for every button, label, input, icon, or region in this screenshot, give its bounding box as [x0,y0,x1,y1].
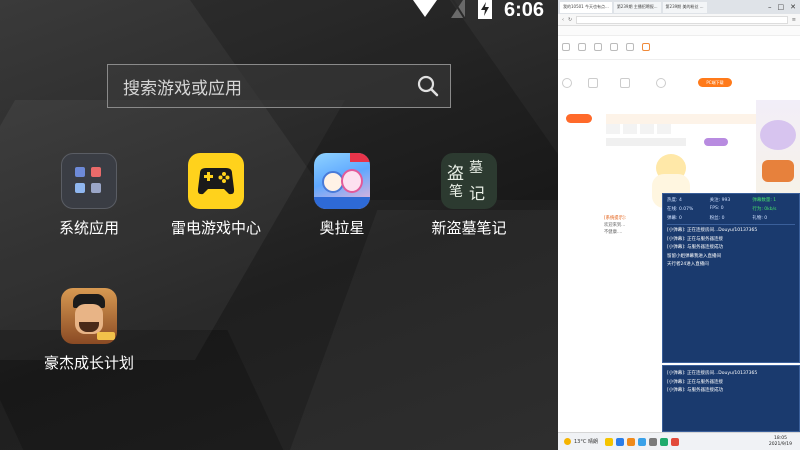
browser-tab[interactable]: 第239期 主播招聘报... [613,1,661,13]
user-toolbar [558,72,800,102]
content-tab[interactable] [623,124,637,134]
danmaku-tool-panel[interactable]: 热度: 4 关注: 993 弹幕数量: 1 在线: 0.07% FPS: 0 行… [662,193,800,363]
maximize-icon[interactable]: □ [778,3,785,11]
status-time: 6:06 [503,0,544,21]
browser-tab-strip: 我的10501 今天也有点... 第239期 主播招聘报... 第239期 美的… [558,0,800,14]
folder-icon [61,153,117,209]
streamer-avatar-card [756,100,800,195]
windows-taskbar: 13°C 晴朗 18:05 2021/9/19 [558,432,800,450]
back-icon[interactable]: ‹ [562,17,564,23]
app-label: 豪杰成长计划 [43,354,134,372]
danmaku-log-panel[interactable]: [小弹幕]: 正在连接房间...Douyu/10137365 [小弹幕]: 正在… [662,365,800,432]
taskbar-app-icon[interactable] [648,437,657,446]
taskbar-app-icon[interactable] [615,437,624,446]
taskbar-temp: 13°C 晴朗 [574,439,598,445]
no-signal-icon [450,0,466,23]
nav-item[interactable] [642,43,650,52]
nav-item[interactable] [578,43,586,52]
orange-tag[interactable] [566,114,592,123]
app-label: 系统应用 [58,219,119,237]
address-bar: ‹ ↻ ≡ [558,14,800,26]
app-system-apps[interactable]: 系统应用 [34,153,144,238]
app-label: 奥拉星 [319,219,365,237]
taskbar-app-icon[interactable] [637,437,646,446]
weather-sun-icon[interactable] [564,438,571,445]
aola-star-game-icon [314,153,370,209]
app-aola-star[interactable]: 奥拉星 [287,153,397,238]
log-line: [小弹幕]: 正在连接房间...Douyu/10137365 [667,371,758,376]
icon-glyph: 墓 [469,160,483,176]
app-tomb-notes[interactable]: 盗 墓 笔 记 新盗墓笔记 [414,153,524,238]
bookmarks-bar [558,26,800,36]
status-bar: 6:06 [412,0,544,23]
search-strip[interactable] [606,138,686,146]
wifi-icon [412,0,438,22]
search-bar[interactable]: 搜索游戏或应用 [107,64,451,108]
content-tab[interactable] [657,124,671,134]
purple-button[interactable] [704,138,728,146]
app-hero-growth-plan[interactable]: 豪杰成长计划 [34,288,144,373]
close-icon[interactable]: ✕ [790,3,796,11]
stat-item: 关注: 993 [709,198,731,203]
stat-item: 热度: 4 [667,198,682,203]
log-line: 留留小姐弹幕我进入直播间 [667,253,721,259]
nav-item[interactable] [610,43,618,52]
browser-tab[interactable]: 第239期 美的粉丝 ... [662,1,707,13]
gamepad-icon [188,153,244,209]
menu-icon[interactable]: ≡ [792,17,796,23]
panel-log: [小弹幕]: 正在连接房间...Douyu/10137365 [小弹幕]: 正在… [663,366,799,398]
browser-tab[interactable]: 我的10501 今天也有点... [560,1,612,13]
taskbar-app-icon[interactable] [670,437,679,446]
stat-item: 行为: 0kb/s [752,207,777,212]
stat-item: 在线: 0.07% [667,207,694,212]
stat-item: FPS: 0 [709,206,724,211]
icon-glyph: 记 [469,184,486,203]
app-label: 新盗墓笔记 [431,219,507,237]
nav-item[interactable] [594,43,602,52]
battery-charging-icon [477,0,492,23]
search-icon[interactable] [406,75,450,97]
log-line: 天行者24进入直播间 [667,262,709,267]
taskbar-app-icon[interactable] [659,437,668,446]
log-line: [小弹幕]: 正在与服务器连接 [667,379,723,385]
reload-icon[interactable]: ↻ [568,17,572,23]
user-icon[interactable] [562,78,572,88]
nav-item[interactable] [626,43,634,52]
pc-download-button[interactable]: PC端下载 [698,78,732,87]
url-field[interactable] [576,15,788,24]
app-label: 雷电游戏中心 [170,219,261,237]
settings-icon[interactable] [656,78,666,88]
site-nav [558,36,800,60]
icon-glyph: 笔 [449,184,463,200]
tomb-notes-game-icon: 盗 墓 笔 记 [441,153,497,209]
clock-date: 2021/9/19 [768,441,792,447]
taskbar-app-icon[interactable] [626,437,635,446]
taskbar-app-icon[interactable] [604,437,613,446]
panel-log: [小弹幕]: 正在连接房间...Douyu/10137365 [小弹幕]: 正在… [663,225,799,272]
record-icon[interactable] [620,78,630,88]
content-tab[interactable] [606,124,620,134]
stat-item: 弹幕: 0 [667,216,682,221]
log-line: [小弹幕]: 正在与服务器连接 [667,236,723,242]
nav-item[interactable] [562,43,570,52]
log-line: [小弹幕]: 与服务器连接成功 [667,245,723,250]
log-line: [小弹幕]: 正在连接房间...Douyu/10137365 [667,228,758,233]
stat-item: 礼物: 0 [752,216,768,221]
hero-game-icon [61,288,117,344]
log-line: [小弹幕]: 与服务器连接成功 [667,388,723,393]
app-game-center[interactable]: 雷电游戏中心 [161,153,271,238]
content-tab[interactable] [640,124,654,134]
android-home-screen: 6:06 搜索游戏或应用 系统应用 雷电游戏中心 奥拉星 盗 墓 笔 记 新盗墓… [0,0,558,450]
panel-stats: 热度: 4 关注: 993 弹幕数量: 1 在线: 0.07% FPS: 0 行… [663,194,799,224]
stat-item: 弹幕数量: 1 [752,198,777,203]
taskbar-clock[interactable]: 18:05 2021/9/19 [769,436,792,448]
video-icon[interactable] [588,78,598,88]
wallpaper-facet [282,210,558,450]
search-placeholder: 搜索游戏或应用 [123,78,242,99]
stat-item: 粉丝: 0 [709,216,725,221]
minimize-icon[interactable]: – [768,3,772,11]
